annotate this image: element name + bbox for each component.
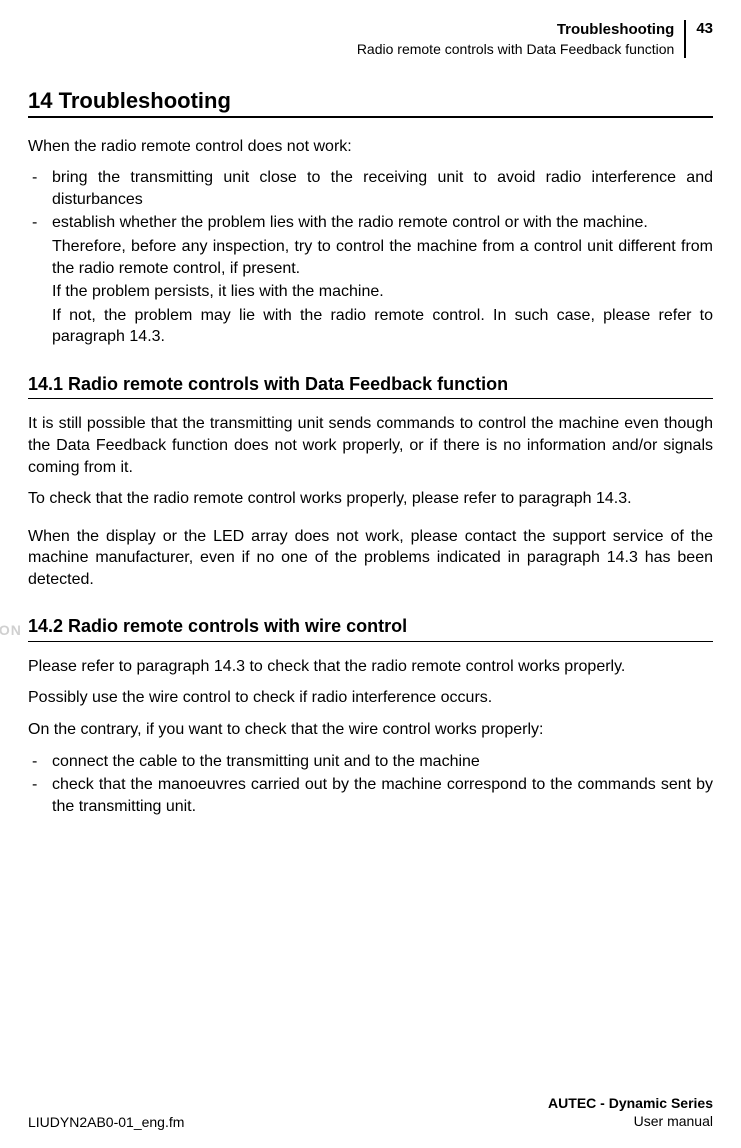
watermark-text: ION [0, 622, 22, 638]
section-title: Troubleshooting [59, 88, 231, 113]
page-footer: LIUDYN2AB0-01_eng.fm AUTEC - Dynamic Ser… [28, 1094, 713, 1130]
footer-product: AUTEC - Dynamic Series [548, 1094, 713, 1112]
watermark-arc-icon: ) [0, 588, 22, 616]
paragraph: Please refer to paragraph 14.3 to check … [28, 656, 713, 678]
watermark: ) ION [0, 588, 22, 638]
footer-left: LIUDYN2AB0-01_eng.fm [28, 1114, 184, 1130]
bullet-text: bring the transmitting unit close to the… [52, 169, 713, 208]
bullet-text: connect the cable to the transmitting un… [52, 753, 480, 770]
paragraph: When the display or the LED array does n… [28, 526, 713, 591]
page-header: Troubleshooting Radio remote controls wi… [28, 20, 713, 58]
section-heading: 14 Troubleshooting [28, 88, 713, 118]
header-title: Troubleshooting [357, 20, 675, 40]
subsection-heading-14-2: 14.2 Radio remote controls with wire con… [28, 614, 713, 641]
list-item: bring the transmitting unit close to the… [28, 167, 713, 210]
paragraph: It is still possible that the transmitti… [28, 413, 713, 478]
bullet-sub: If not, the problem may lie with the rad… [52, 305, 713, 348]
section-number: 14 [28, 88, 52, 113]
bullet-text: establish whether the problem lies with … [52, 214, 648, 231]
section-bullet-list: bring the transmitting unit close to the… [28, 167, 713, 348]
paragraph: On the contrary, if you want to check th… [28, 719, 713, 741]
list-item: establish whether the problem lies with … [28, 212, 713, 348]
header-text-block: Troubleshooting Radio remote controls wi… [357, 20, 687, 58]
subsection-bullet-list: connect the cable to the transmitting un… [28, 751, 713, 818]
bullet-sub: If the problem persists, it lies with th… [52, 281, 713, 303]
paragraph: Possibly use the wire control to check i… [28, 687, 713, 709]
list-item: connect the cable to the transmitting un… [28, 751, 713, 773]
bullet-sub: Therefore, before any inspection, try to… [52, 236, 713, 279]
page-number: 43 [686, 20, 713, 37]
paragraph: To check that the radio remote control w… [28, 488, 713, 510]
bullet-text: check that the manoeuvres carried out by… [52, 776, 713, 815]
list-item: check that the manoeuvres carried out by… [28, 774, 713, 817]
section-intro: When the radio remote control does not w… [28, 136, 713, 158]
footer-doc-type: User manual [548, 1112, 713, 1130]
footer-right: AUTEC - Dynamic Series User manual [548, 1094, 713, 1130]
header-subtitle: Radio remote controls with Data Feedback… [357, 40, 675, 58]
subsection-heading-14-1: 14.1 Radio remote controls with Data Fee… [28, 372, 713, 399]
